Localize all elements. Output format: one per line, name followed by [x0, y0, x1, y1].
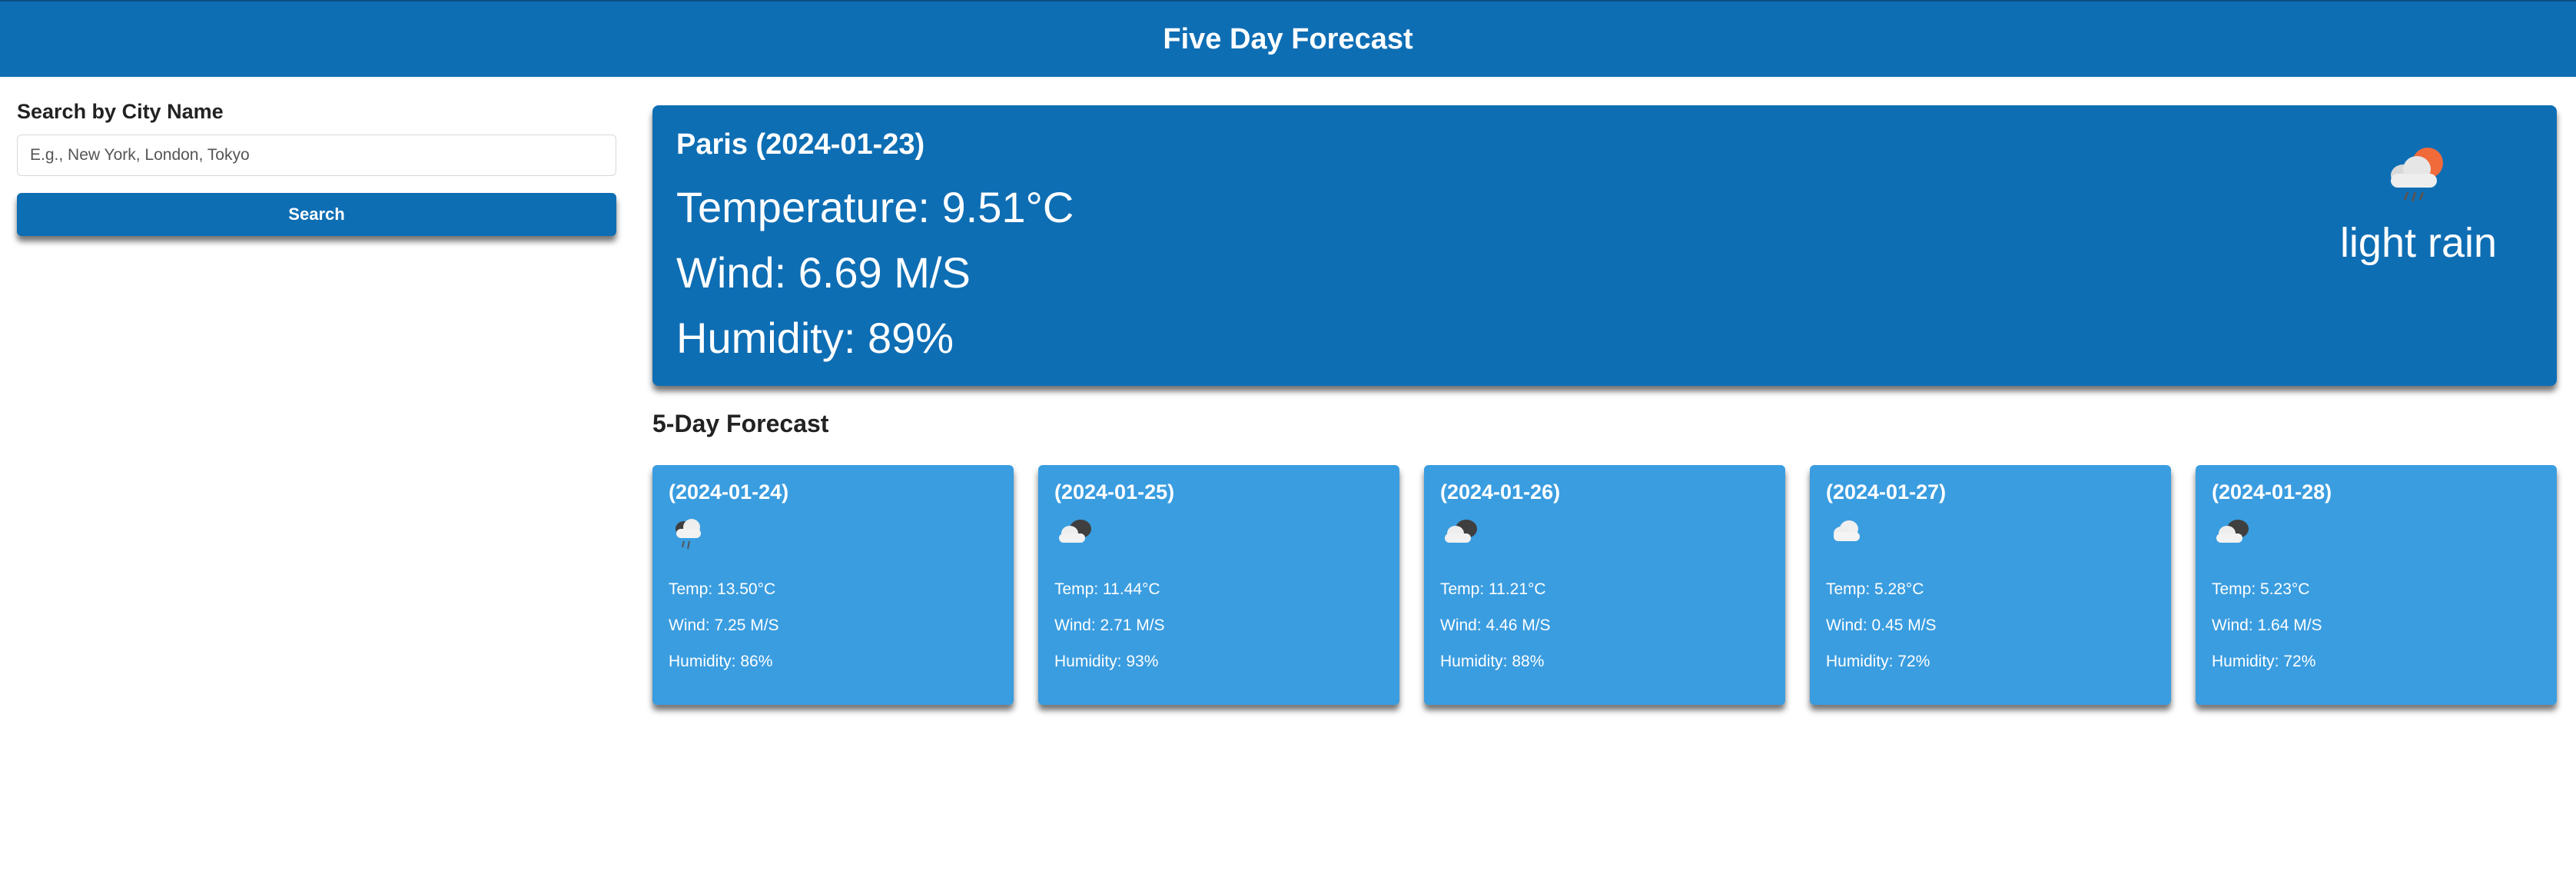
forecast-date: (2024-01-26): [1440, 480, 1561, 503]
forecast-date: (2024-01-24): [669, 480, 789, 503]
app-header: Five Day Forecast: [0, 0, 2576, 77]
current-weather-card: Paris (2024-01-23) Temperature: 9.51°C W…: [652, 105, 2557, 386]
broken-clouds-icon: [1445, 520, 1477, 543]
current-temperature: Temperature: 9.51°C: [676, 183, 1074, 231]
forecast-humidity: Humidity: 72%: [2212, 653, 2316, 670]
search-heading: Search by City Name: [17, 100, 224, 123]
forecast-humidity: Humidity: 88%: [1440, 653, 1545, 670]
forecast-temp: Temp: 13.50°C: [669, 580, 776, 598]
cloud-rain-icon: [676, 519, 701, 550]
forecast-temp: Temp: 5.23°C: [2212, 580, 2310, 598]
forecast-humidity: Humidity: 86%: [669, 653, 773, 670]
forecast-wind: Wind: 0.45 M/S: [1826, 616, 1937, 634]
search-button[interactable]: Search: [17, 193, 616, 236]
city-search-input[interactable]: [17, 135, 616, 176]
forecast-card: (2024-01-28) Temp: 5.23°C Wind: 1.64 M/S…: [2196, 465, 2557, 705]
forecast-date: (2024-01-28): [2212, 480, 2332, 503]
forecast-temp: Temp: 11.44°C: [1054, 580, 1160, 598]
forecast-wind: Wind: 1.64 M/S: [2212, 616, 2322, 634]
forecast-list: (2024-01-24) Temp: 13.50°C Wind: 7.25 M/…: [652, 465, 2557, 705]
forecast-card: (2024-01-26) Temp: 11.21°C Wind: 4.46 M/…: [1424, 465, 1785, 705]
forecast-temp: Temp: 11.21°C: [1440, 580, 1546, 598]
forecast-date: (2024-01-27): [1826, 480, 1947, 503]
forecast-humidity: Humidity: 72%: [1826, 653, 1930, 670]
forecast-date: (2024-01-25): [1054, 480, 1175, 503]
current-description: light rain: [2339, 220, 2498, 266]
current-condition: light rain: [2334, 140, 2503, 267]
forecast-card: (2024-01-27) Temp: 5.28°C Wind: 0.45 M/S…: [1810, 465, 2171, 705]
forecast-humidity: Humidity: 93%: [1054, 653, 1159, 670]
forecast-card: (2024-01-24) Temp: 13.50°C Wind: 7.25 M/…: [652, 465, 1014, 705]
current-city-date: Paris (2024-01-23): [676, 128, 925, 161]
forecast-temp: Temp: 5.28°C: [1826, 580, 1924, 598]
current-humidity: Humidity: 89%: [676, 314, 954, 362]
forecast-wind: Wind: 4.46 M/S: [1440, 616, 1551, 634]
forecast-title: 5-Day Forecast: [652, 410, 829, 437]
cloud-icon: [1834, 520, 1860, 541]
forecast-wind: Wind: 7.25 M/S: [669, 616, 779, 634]
forecast-card: (2024-01-25) Temp: 11.44°C Wind: 2.71 M/…: [1038, 465, 1399, 705]
search-panel: Search by City Name Search: [17, 100, 616, 236]
sun-cloud-rain-icon: [2391, 148, 2443, 202]
current-wind: Wind: 6.69 M/S: [676, 248, 971, 297]
page-title: Five Day Forecast: [1163, 22, 1413, 55]
broken-clouds-icon: [2216, 520, 2249, 543]
forecast-wind: Wind: 2.71 M/S: [1054, 616, 1165, 634]
broken-clouds-icon: [1059, 520, 1091, 543]
